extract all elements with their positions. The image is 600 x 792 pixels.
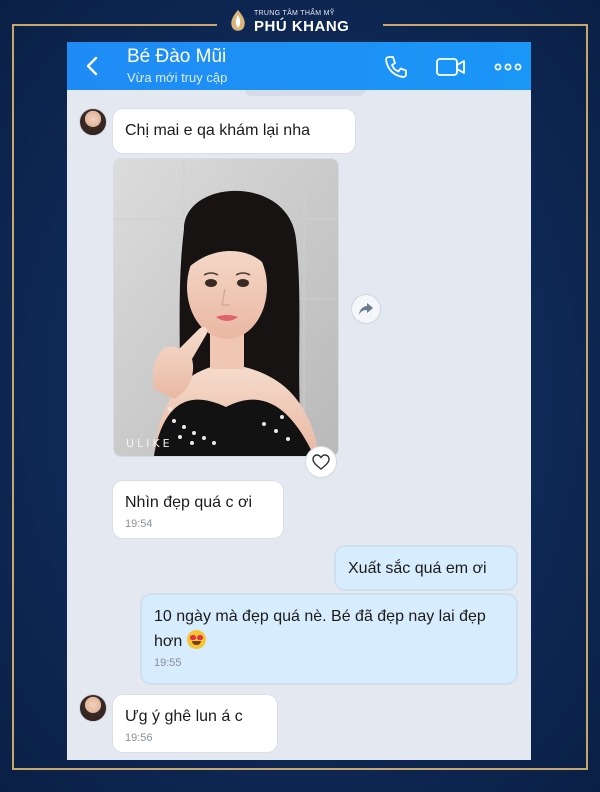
frame-right-line: [586, 24, 588, 768]
message-text: Chị mai e qa khám lại nha: [125, 122, 310, 139]
contact-status: Vừa mới truy cập: [127, 70, 228, 85]
message-text: Nhìn đẹp quá c ơi: [125, 494, 253, 511]
frame-bottom-line: [12, 768, 588, 770]
frame-top-right-line: [383, 24, 588, 26]
message-bubble-outgoing[interactable]: 10 ngày mà đẹp quá nè. Bé đã đẹp nay lai…: [141, 594, 517, 684]
react-button[interactable]: [305, 446, 337, 478]
contact-name[interactable]: Bé Đào Mũi: [127, 46, 226, 68]
message-time: 19:56: [125, 731, 153, 744]
contact-avatar[interactable]: [79, 694, 107, 722]
video-icon[interactable]: [435, 54, 467, 80]
message-bubble-incoming[interactable]: Ưg ý ghê lun á c 19:56: [113, 695, 277, 752]
message-bubble-outgoing[interactable]: Xuất sắc quá em ơi: [335, 546, 517, 590]
more-icon[interactable]: [493, 54, 523, 80]
phone-icon[interactable]: [383, 54, 409, 80]
share-arrow-icon: [359, 303, 373, 315]
message-bubble-incoming[interactable]: Chị mai e qa khám lại nha: [113, 109, 355, 153]
message-time: 19:54: [125, 517, 153, 530]
frame-left-line: [12, 24, 14, 768]
message-text: Ưg ý ghê lun á c: [125, 708, 243, 725]
brand-mark-icon: [231, 10, 245, 31]
brand-subtitle: TRUNG TÂM THẨM MỸ: [254, 10, 335, 17]
brand-logo: TRUNG TÂM THẨM MỸ PHÚ KHANG: [228, 4, 349, 40]
photo-watermark: ULIKE: [126, 437, 173, 450]
heart-icon: [312, 454, 330, 470]
message-time: 19:55: [154, 656, 182, 669]
chat-header: Bé Đào Mũi Vừa mới truy cập: [67, 42, 531, 90]
chat-screen: Bé Đào Mũi Vừa mới truy cập Chị mai e qa…: [67, 42, 531, 760]
heart-eyes-emoji-icon: [186, 629, 206, 649]
selfie-photo: ULIKE: [114, 159, 338, 456]
contact-avatar[interactable]: [79, 108, 107, 136]
frame-top-left-line: [12, 24, 217, 26]
message-bubble-incoming[interactable]: Nhìn đẹp quá c ơi 19:54: [113, 481, 283, 538]
back-icon[interactable]: [81, 54, 105, 78]
share-button[interactable]: [351, 294, 381, 324]
photo-message[interactable]: ULIKE: [113, 158, 339, 457]
brand-name: PHÚ KHANG: [254, 18, 350, 35]
previous-message-edge: [245, 90, 365, 96]
message-text: Xuất sắc quá em ơi: [348, 560, 487, 577]
